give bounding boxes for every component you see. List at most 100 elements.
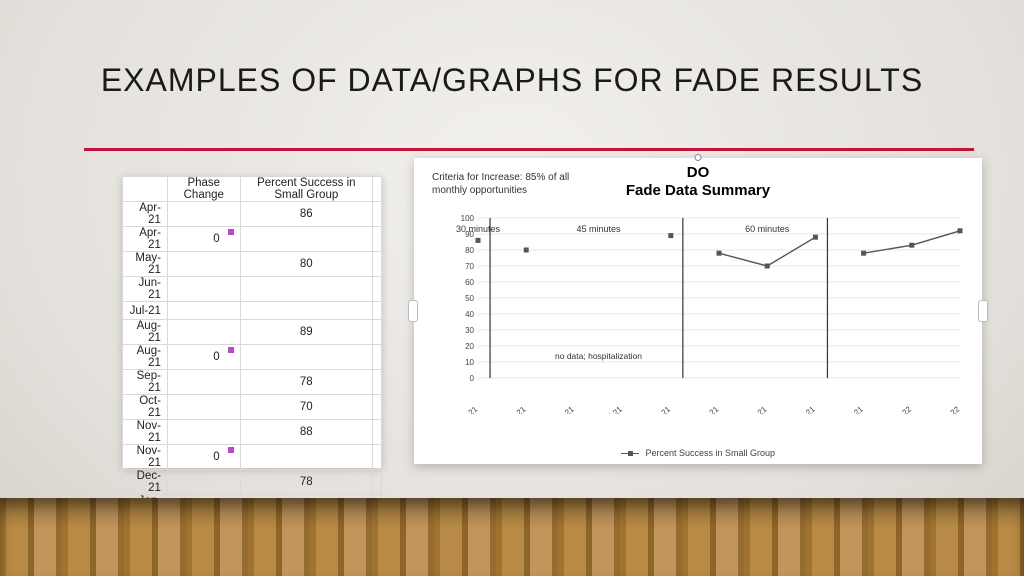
chart-legend: Percent Success in Small Group — [414, 448, 982, 458]
cell-pct — [240, 227, 372, 252]
svg-text:Oct-21: Oct-21 — [744, 404, 769, 414]
cell-empty — [372, 320, 381, 345]
table-row: Oct-21 70 — [123, 395, 382, 420]
cell-empty — [372, 445, 381, 470]
cell-pct — [240, 277, 372, 302]
cell-pct: 78 — [240, 470, 372, 495]
resize-handle-left[interactable] — [408, 300, 418, 322]
cell-month: Jun-21 — [123, 277, 168, 302]
cell-month: May-21 — [123, 252, 168, 277]
chart-title-2: Fade Data Summary — [414, 182, 982, 199]
cell-empty — [372, 227, 381, 252]
col-header: Percent Success in Small Group — [240, 177, 372, 202]
cell-pct: 78 — [240, 370, 372, 395]
cell-month: Dec-21 — [123, 470, 168, 495]
table-row: May-21 80 — [123, 252, 382, 277]
cell-phase — [167, 302, 240, 320]
cell-phase — [167, 370, 240, 395]
cell-pct: 86 — [240, 202, 372, 227]
cell-pct — [240, 302, 372, 320]
cell-pct — [240, 445, 372, 470]
cell-pct: 89 — [240, 320, 372, 345]
table-row: Apr-21 86 — [123, 202, 382, 227]
cell-month: Apr-21 — [123, 227, 168, 252]
svg-text:40: 40 — [465, 310, 474, 319]
cell-phase — [167, 252, 240, 277]
table-row: Dec-21 78 — [123, 470, 382, 495]
table-row: Aug-210 — [123, 345, 382, 370]
rotate-handle-icon[interactable] — [695, 154, 702, 161]
svg-text:Sep-21: Sep-21 — [695, 404, 721, 414]
svg-text:Apr-21: Apr-21 — [455, 404, 480, 414]
svg-text:Dec-21: Dec-21 — [839, 404, 865, 414]
table-row: Sep-21 78 — [123, 370, 382, 395]
floor-decor — [0, 498, 1024, 576]
col-header — [123, 177, 168, 202]
chart-title-1: DO — [414, 164, 982, 181]
slide: EXAMPLES OF DATA/GRAPHS FOR FADE RESULTS… — [0, 0, 1024, 576]
svg-text:60 minutes: 60 minutes — [745, 224, 790, 234]
col-header: Phase Change — [167, 177, 240, 202]
cell-phase: 0 — [167, 227, 240, 252]
col-header — [372, 177, 381, 202]
cell-empty — [372, 202, 381, 227]
table-row: Apr-210 — [123, 227, 382, 252]
table-row: Jul-21 — [123, 302, 382, 320]
svg-text:May-21: May-21 — [501, 404, 528, 414]
cell-pct: 80 — [240, 252, 372, 277]
cell-month: Oct-21 — [123, 395, 168, 420]
svg-text:30: 30 — [465, 326, 474, 335]
cell-empty — [372, 370, 381, 395]
data-table: Phase ChangePercent Success in Small Gro… — [122, 176, 382, 468]
cell-pct: 88 — [240, 420, 372, 445]
svg-text:80: 80 — [465, 246, 474, 255]
cell-empty — [372, 277, 381, 302]
phase-marker-icon — [228, 229, 234, 235]
cell-month: Apr-21 — [123, 202, 168, 227]
cell-month: Sep-21 — [123, 370, 168, 395]
svg-text:70: 70 — [465, 262, 474, 271]
svg-text:no data; hospitalization: no data; hospitalization — [555, 351, 642, 361]
cell-empty — [372, 302, 381, 320]
cell-month: Jul-21 — [123, 302, 168, 320]
svg-text:30 minutes: 30 minutes — [456, 224, 501, 234]
svg-text:0: 0 — [470, 374, 475, 383]
table-row: Nov-21 88 — [123, 420, 382, 445]
cell-phase — [167, 470, 240, 495]
cell-phase — [167, 277, 240, 302]
phase-marker-icon — [228, 347, 234, 353]
cell-month: Aug-21 — [123, 345, 168, 370]
svg-text:Nov-21: Nov-21 — [791, 404, 817, 414]
cell-pct — [240, 345, 372, 370]
cell-empty — [372, 252, 381, 277]
svg-text:20: 20 — [465, 342, 474, 351]
cell-month: Nov-21 — [123, 420, 168, 445]
svg-text:Aug-21: Aug-21 — [647, 404, 673, 414]
cell-empty — [372, 470, 381, 495]
svg-text:Jul-21: Jul-21 — [601, 404, 624, 414]
cell-phase — [167, 395, 240, 420]
cell-month: Aug-21 — [123, 320, 168, 345]
slide-title: EXAMPLES OF DATA/GRAPHS FOR FADE RESULTS — [0, 62, 1024, 99]
cell-phase — [167, 320, 240, 345]
svg-text:10: 10 — [465, 358, 474, 367]
svg-text:50: 50 — [465, 294, 474, 303]
svg-text:Jun-21: Jun-21 — [551, 404, 576, 414]
cell-phase — [167, 420, 240, 445]
table-row: Aug-21 89 — [123, 320, 382, 345]
cell-pct: 70 — [240, 395, 372, 420]
svg-text:Jan-22: Jan-22 — [889, 404, 914, 414]
svg-text:Feb-22: Feb-22 — [936, 404, 962, 414]
legend-label: Percent Success in Small Group — [645, 448, 775, 458]
table: Phase ChangePercent Success in Small Gro… — [122, 176, 382, 545]
cell-empty — [372, 345, 381, 370]
chart-plot: 0102030405060708090100Apr-21May-21Jun-21… — [452, 214, 966, 414]
cell-phase: 0 — [167, 445, 240, 470]
svg-text:100: 100 — [461, 214, 475, 223]
cell-phase — [167, 202, 240, 227]
table-row: Jun-21 — [123, 277, 382, 302]
cell-month: Nov-21 — [123, 445, 168, 470]
cell-phase: 0 — [167, 345, 240, 370]
resize-handle-right[interactable] — [978, 300, 988, 322]
cell-empty — [372, 395, 381, 420]
